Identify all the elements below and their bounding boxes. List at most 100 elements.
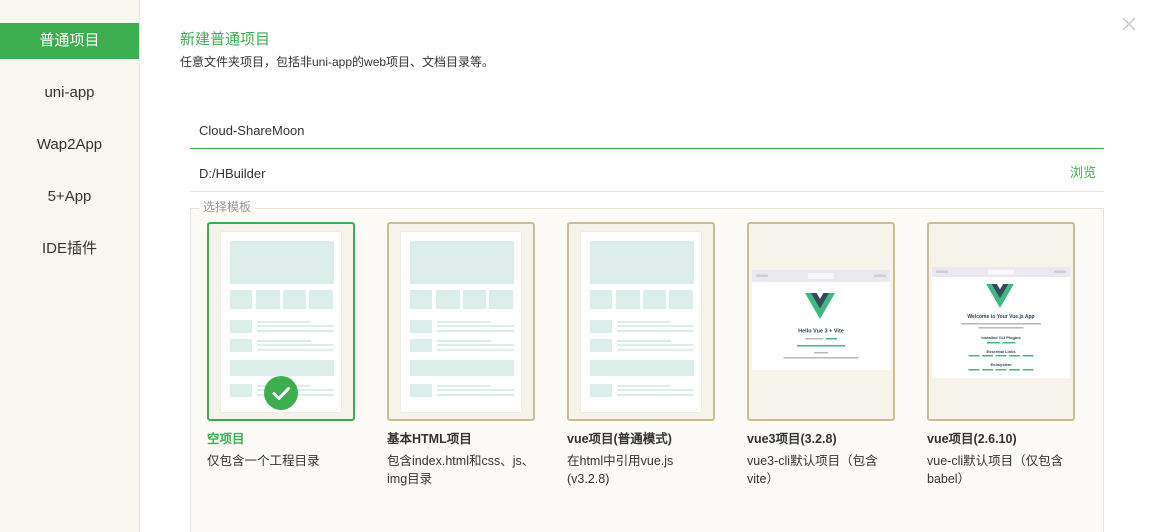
wireframe-line xyxy=(437,349,514,351)
sidebar-item-5plus-app[interactable]: 5+App xyxy=(0,179,139,215)
wireframe-block xyxy=(489,290,513,309)
browser-tab xyxy=(988,269,1014,275)
wireframe-line xyxy=(617,349,694,351)
template-desc-line: 仅包含一个工程目录 xyxy=(207,454,320,468)
wireframe-thumb xyxy=(230,320,252,333)
wireframe-block xyxy=(410,241,514,284)
template-card-vue3[interactable]: Hello Vue 3 + Vite xyxy=(747,222,895,421)
template-label-basic-html: 基本HTML项目 包含index.html和css、js、 img目录 xyxy=(387,431,559,488)
wireframe-line xyxy=(257,349,334,351)
browse-button[interactable]: 浏览 xyxy=(1070,155,1096,191)
template-desc-line: img目录 xyxy=(387,472,433,486)
wireframe-block xyxy=(590,290,612,309)
wireframe-block xyxy=(590,360,694,376)
wireframe-block xyxy=(643,290,666,309)
preview-text-line xyxy=(932,323,1070,325)
wireframe-block xyxy=(230,290,252,309)
template-card-empty[interactable] xyxy=(207,222,355,421)
wireframe-line xyxy=(617,325,694,327)
wireframe-block xyxy=(463,290,486,309)
wireframe-line xyxy=(257,321,311,323)
browser-controls xyxy=(936,270,948,273)
preview-link-row xyxy=(932,342,1070,344)
page-subtitle: 任意文件夹项目，包括非uni-app的web项目、文档目录等。 xyxy=(180,55,495,69)
template-desc-line: (v3.2.8) xyxy=(567,472,610,486)
preview-section-heading: Ecosystem xyxy=(990,362,1012,368)
sidebar-item-wap2app[interactable]: Wap2App xyxy=(0,127,139,163)
template-desc: 仅包含一个工程目录 xyxy=(207,452,379,470)
wireframe-block xyxy=(230,360,334,376)
template-desc-line: vite） xyxy=(747,472,779,486)
wireframe-thumb xyxy=(590,339,612,352)
template-preview xyxy=(581,232,701,412)
sidebar-item-normal-project[interactable]: 普通项目 xyxy=(0,23,139,59)
checkmark-icon xyxy=(264,376,298,410)
template-card-vue2[interactable]: Welcome to Your Vue.js App Installed CLI… xyxy=(927,222,1075,421)
sidebar-item-uni-app[interactable]: uni-app xyxy=(0,75,139,111)
wireframe-block xyxy=(410,360,514,376)
template-desc: 在html中引用vue.js (v3.2.8) xyxy=(567,452,739,488)
template-desc-line: vue3-cli默认项目（包含 xyxy=(747,454,878,468)
wireframe-thumb xyxy=(410,384,432,397)
template-preview-screenshot: Welcome to Your Vue.js App Installed CLI… xyxy=(932,267,1070,378)
preview-heading: Welcome to Your Vue.js App xyxy=(967,314,1035,320)
wireframe-line xyxy=(437,344,514,346)
wireframe-line xyxy=(617,389,694,391)
template-name: vue项目(普通模式) xyxy=(567,432,672,446)
wireframe-thumb xyxy=(590,320,612,333)
template-card-basic-html[interactable] xyxy=(387,222,535,421)
browser-controls xyxy=(874,274,886,277)
wireframe-thumb xyxy=(590,384,612,397)
template-name: vue3项目(3.2.8) xyxy=(747,432,837,446)
template-label-empty: 空项目 仅包含一个工程目录 xyxy=(207,431,379,470)
template-card-vue-normal[interactable] xyxy=(567,222,715,421)
project-location-input[interactable] xyxy=(190,155,1030,191)
wireframe-line xyxy=(257,340,311,342)
template-name: 基本HTML项目 xyxy=(387,432,472,446)
preview-text-line xyxy=(752,352,890,354)
template-desc-line: 在html中引用vue.js xyxy=(567,454,674,468)
vue-logo-icon xyxy=(986,284,1014,308)
sidebar: 普通项目 uni-app Wap2App 5+App IDE插件 xyxy=(0,0,140,532)
wireframe-block xyxy=(410,290,432,309)
wireframe-line xyxy=(437,330,514,332)
template-desc: 包含index.html和css、js、 img目录 xyxy=(387,452,559,488)
wireframe-block xyxy=(669,290,693,309)
template-desc-line: vue-cli默认项目（仅包含 xyxy=(927,454,1064,468)
wireframe-line xyxy=(617,340,671,342)
wireframe-thumb xyxy=(410,339,432,352)
wireframe-block xyxy=(230,241,334,284)
template-label-vue-normal: vue项目(普通模式) 在html中引用vue.js (v3.2.8) xyxy=(567,431,739,488)
browser-tab xyxy=(808,273,834,279)
template-name: vue项目(2.6.10) xyxy=(927,432,1017,446)
wireframe-line xyxy=(437,385,491,387)
wireframe-thumb xyxy=(410,320,432,333)
template-desc: vue-cli默认项目（仅包含 babel） xyxy=(927,452,1099,488)
wireframe-line xyxy=(257,344,334,346)
wireframe-block xyxy=(436,290,460,309)
sidebar-item-ide-plugin[interactable]: IDE插件 xyxy=(0,231,139,267)
project-name-input[interactable] xyxy=(190,112,1030,148)
preview-heading: Hello Vue 3 + Vite xyxy=(798,328,844,334)
wireframe-thumb xyxy=(230,339,252,352)
wireframe-line xyxy=(617,330,694,332)
preview-section-heading: Installed CLI Plugins xyxy=(981,335,1021,341)
template-desc-line: 包含index.html和css、js、 xyxy=(387,454,535,468)
preview-text-line xyxy=(932,327,1070,329)
template-name: 空项目 xyxy=(207,432,245,446)
project-name-field xyxy=(190,112,1104,149)
template-label-vue3: vue3项目(3.2.8) vue3-cli默认项目（包含 vite） xyxy=(747,431,919,488)
preview-link-row xyxy=(932,369,1070,371)
wireframe-line xyxy=(617,385,671,387)
wireframe-line xyxy=(617,344,694,346)
wireframe-line xyxy=(617,394,694,396)
template-desc-line: babel） xyxy=(927,472,971,486)
wireframe-line xyxy=(437,325,514,327)
wireframe-block xyxy=(309,290,333,309)
template-preview xyxy=(401,232,521,412)
preview-text-line xyxy=(752,345,890,347)
wireframe-line xyxy=(437,340,491,342)
close-icon[interactable] xyxy=(1121,16,1137,32)
template-label-vue2: vue项目(2.6.10) vue-cli默认项目（仅包含 babel） xyxy=(927,431,1099,488)
wireframe-line xyxy=(257,330,334,332)
